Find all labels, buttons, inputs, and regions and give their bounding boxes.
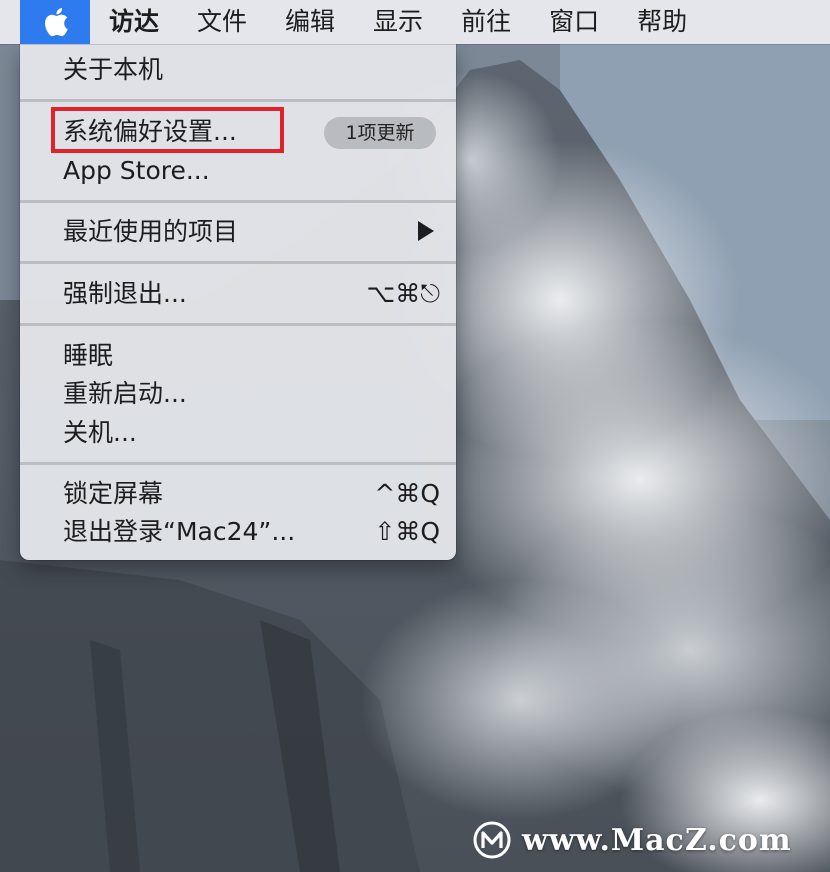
update-badge: 1项更新 xyxy=(324,117,436,149)
menu-bar: 访达 文件 编辑 显示 前往 窗口 帮助 xyxy=(0,0,830,44)
submenu-arrow-icon xyxy=(418,221,434,241)
menu-help[interactable]: 帮助 xyxy=(618,0,706,44)
menu-file[interactable]: 文件 xyxy=(178,0,266,44)
menu-separator xyxy=(20,261,456,264)
menu-separator xyxy=(20,462,456,465)
watermark: www.MacZ.com xyxy=(472,820,792,860)
apple-menu-button[interactable] xyxy=(20,0,90,44)
menu-item-force-quit[interactable]: 强制退出... xyxy=(63,276,187,312)
apple-dropdown-menu: 关于本机 系统偏好设置... 1项更新 App Store... 最近使用的项目… xyxy=(20,44,456,560)
menu-item-about-this-mac[interactable]: 关于本机 xyxy=(63,52,163,88)
force-quit-shortcut: ⌥⌘⎋ xyxy=(366,279,440,308)
menu-item-lock-screen[interactable]: 锁定屏幕 xyxy=(63,476,163,512)
lock-screen-shortcut: ^⌘Q xyxy=(374,479,440,508)
menu-window[interactable]: 窗口 xyxy=(530,0,618,44)
menu-item-shut-down[interactable]: 关机... xyxy=(63,415,137,451)
menu-item-log-out[interactable]: 退出登录“Mac24”... xyxy=(63,514,295,550)
menu-separator xyxy=(20,323,456,326)
log-out-shortcut: ⇧⌘Q xyxy=(374,517,440,546)
menu-item-sleep[interactable]: 睡眠 xyxy=(63,338,113,374)
menu-view[interactable]: 显示 xyxy=(354,0,442,44)
menu-finder[interactable]: 访达 xyxy=(90,0,178,44)
menu-go[interactable]: 前往 xyxy=(442,0,530,44)
menu-item-recent-items[interactable]: 最近使用的项目 xyxy=(63,214,238,250)
menu-edit[interactable]: 编辑 xyxy=(266,0,354,44)
apple-logo-icon xyxy=(45,8,68,37)
red-highlight-annotation xyxy=(51,107,284,153)
menu-separator xyxy=(20,200,456,203)
menu-item-restart[interactable]: 重新启动... xyxy=(63,376,187,412)
desktop: 访达 文件 编辑 显示 前往 窗口 帮助 关于本机 系统偏好设置... 1项更新… xyxy=(0,0,830,872)
menu-item-app-store[interactable]: App Store... xyxy=(63,153,210,189)
macz-logo-icon xyxy=(473,821,511,859)
menu-separator xyxy=(20,99,456,102)
watermark-text: www.MacZ.com xyxy=(522,822,792,858)
